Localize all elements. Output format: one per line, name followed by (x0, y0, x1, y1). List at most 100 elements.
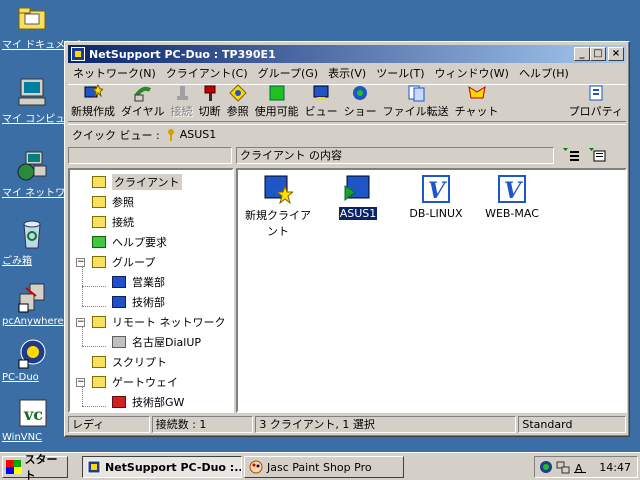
menu-help[interactable]: ヘルプ(H) (514, 65, 574, 81)
collapse-toggle[interactable]: − (76, 378, 85, 387)
menu-client[interactable]: クライアント(C) (161, 65, 253, 81)
desktop-icon-pcanywhere[interactable]: pcAnywhere (0, 282, 64, 327)
gateway-icon (112, 396, 126, 408)
menu-view[interactable]: 表示(V) (323, 65, 371, 81)
desktop-icon-my-documents[interactable]: マイ ドキュメント (0, 2, 85, 51)
collapse-toggle[interactable]: − (76, 258, 85, 267)
folder-icon (92, 256, 106, 268)
toolbar-connect-button[interactable]: 接続 (168, 85, 196, 121)
folder-icon (92, 176, 106, 188)
client-item-asus1[interactable]: ASUS1 (320, 174, 396, 221)
details-view-icon[interactable] (588, 147, 606, 163)
menu-tools[interactable]: ツール(T) (371, 65, 429, 81)
tree-item-gateway[interactable]: ゲートウェイ (92, 373, 178, 391)
client-list: 新規クライアント ASUS1 V DB-LINUX V WEB-MAC (236, 168, 627, 413)
tree-item-engineering-gw[interactable]: 技術部GW (112, 393, 184, 411)
app-icon[interactable] (71, 47, 85, 61)
close-button[interactable]: × (608, 47, 624, 61)
properties-icon (586, 84, 606, 102)
toolbar-properties-button[interactable]: プロパティ (566, 85, 626, 121)
available-icon (267, 84, 287, 102)
dialup-icon (112, 336, 126, 348)
desktop-icon-label: WinVNC (2, 432, 43, 443)
clock[interactable]: 14:47 (599, 461, 631, 474)
client-item-new[interactable]: 新規クライアント (240, 174, 316, 239)
desktop-icon-label: ごみ箱 (2, 256, 32, 267)
task-paint-shop-pro[interactable]: Jasc Paint Shop Pro (244, 456, 404, 478)
group-tree: クライアント 参照 接続 ヘルプ要求 − グループ 営業部 技術部 − リモート… (68, 168, 234, 413)
tree-item-help-request[interactable]: ヘルプ要求 (92, 233, 167, 251)
paint-shop-pro-icon (249, 460, 263, 474)
menu-group[interactable]: グループ(G) (253, 65, 323, 81)
folder-icon (92, 316, 106, 328)
svg-text:V: V (504, 178, 523, 204)
tree-item-scripts[interactable]: スクリプト (92, 353, 167, 371)
task-netsupport[interactable]: NetSupport PC-Duo :... (82, 456, 242, 478)
chat-icon (467, 84, 487, 102)
toolbar-new-button[interactable]: 新規作成 (68, 83, 118, 121)
collapse-toggle[interactable]: − (76, 318, 85, 327)
desktop-icon-label: マイ コンピュータ (2, 114, 86, 125)
folder-icon (16, 2, 48, 34)
status-bar: レディ 接続数 : 1 3 クライアント, 1 選択 Standard (68, 416, 626, 434)
toolbar-show-button[interactable]: ショー (341, 85, 380, 121)
menu-window[interactable]: ウィンドウ(W) (430, 65, 514, 81)
windows-logo-icon (6, 460, 23, 474)
client-item-web-mac[interactable]: V WEB-MAC (474, 174, 550, 220)
quick-view-value[interactable]: ASUS1 (180, 128, 217, 141)
svg-text:V: V (428, 178, 447, 204)
toolbar-view-button[interactable]: ビュー (302, 85, 341, 121)
browse-icon (228, 84, 248, 102)
new-client-icon (263, 174, 295, 205)
toolbar-file-transfer-button[interactable]: ファイル転送 (380, 85, 452, 121)
start-button[interactable]: スタート (2, 453, 68, 480)
connect-icon (172, 84, 192, 102)
system-tray: A 14:47 (534, 456, 638, 478)
tree-item-connected[interactable]: 接続 (92, 213, 134, 231)
pc-duo-tray-icon[interactable] (539, 460, 553, 474)
status-connections: 接続数 : 1 (151, 416, 254, 433)
ime-tray-icon[interactable]: A (573, 460, 587, 475)
group-icon (112, 296, 126, 308)
tree-item-remote-network[interactable]: リモート ネットワーク (92, 313, 226, 331)
recycle-bin-icon (16, 218, 48, 250)
menu-network[interactable]: ネットワーク(N) (68, 65, 161, 81)
pc-duo-window: NetSupport PC-Duo : TP390E1 _ □ × ネットワーク… (64, 41, 630, 437)
window-title: NetSupport PC-Duo : TP390E1 (89, 47, 276, 61)
folder-icon (92, 236, 106, 248)
desktop-icon-my-network[interactable]: マイ ネットワーク (0, 150, 85, 199)
folder-icon (92, 216, 106, 228)
computer-icon (16, 76, 48, 108)
tree-item-groups[interactable]: グループ (92, 253, 155, 271)
tree-item-engineering[interactable]: 技術部 (112, 293, 165, 311)
tree-item-browse[interactable]: 参照 (92, 193, 134, 211)
desktop-icon-recycle-bin[interactable]: ごみ箱 (0, 218, 64, 267)
list-view-icon[interactable] (562, 147, 580, 163)
desktop-icon-pc-duo[interactable]: PC-Duo (0, 338, 64, 383)
toolbar-chat-button[interactable]: チャット (452, 85, 502, 121)
client-item-db-linux[interactable]: V DB-LINUX (398, 174, 474, 220)
pc-duo-icon (87, 460, 101, 474)
desktop-icon-my-computer[interactable]: マイ コンピュータ (0, 76, 86, 125)
client-connected-icon (343, 174, 373, 204)
toolbar-dial-button[interactable]: ダイヤル (118, 85, 168, 121)
quick-view-bar: クイック ビュー : ASUS1 (68, 124, 626, 144)
svg-text:vc: vc (23, 405, 43, 424)
network-tray-icon[interactable] (556, 460, 570, 474)
pc-duo-icon (16, 338, 48, 370)
taskbar: スタート NetSupport PC-Duo :... Jasc Paint S… (0, 452, 640, 480)
new-client-icon (83, 83, 105, 102)
tree-item-clients[interactable]: クライアント (92, 173, 182, 191)
toolbar-disconnect-button[interactable]: 切断 (196, 85, 224, 121)
tree-item-sales[interactable]: 営業部 (112, 273, 165, 291)
toolbar-available-button[interactable]: 使用可能 (252, 85, 302, 121)
toolbar-browse-button[interactable]: 参照 (224, 84, 252, 121)
status-summary: 3 クライアント, 1 選択 (255, 416, 517, 433)
title-bar[interactable]: NetSupport PC-Duo : TP390E1 _ □ × (68, 45, 626, 63)
desktop-icon-winvnc[interactable]: vc WinVNC (0, 398, 64, 443)
maximize-button[interactable]: □ (590, 47, 606, 61)
file-transfer-icon (406, 84, 426, 102)
status-mode: Standard (518, 416, 626, 433)
minimize-button[interactable]: _ (574, 47, 590, 61)
tree-item-nagoya-dialup[interactable]: 名古屋DialUP (112, 333, 201, 351)
